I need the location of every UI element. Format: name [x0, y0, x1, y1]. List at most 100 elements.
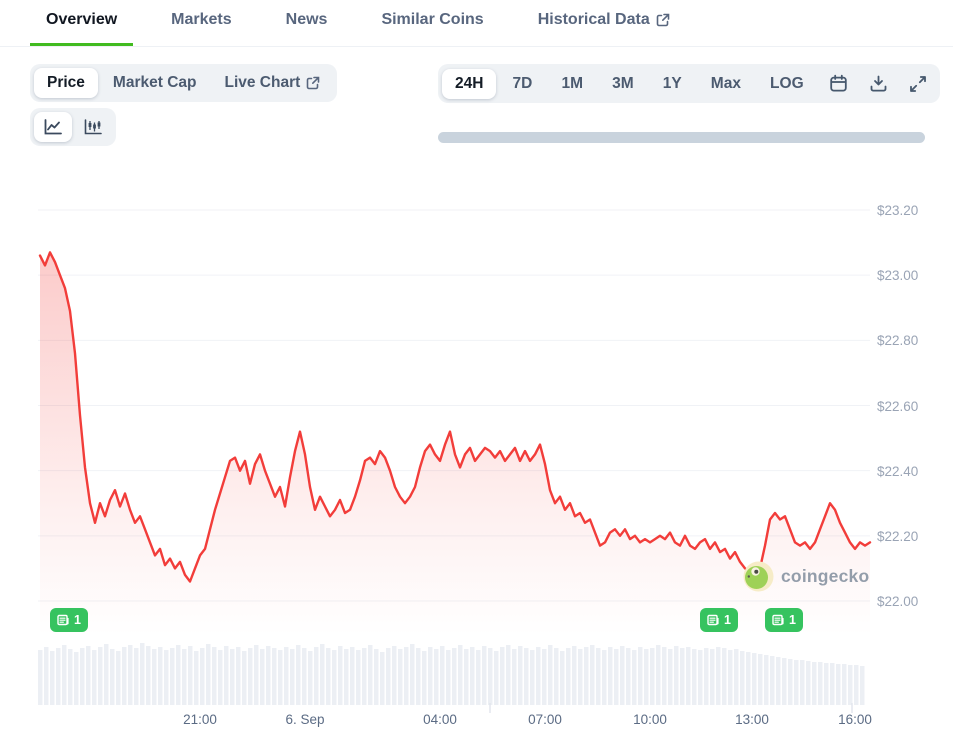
- coingecko-watermark: coingecko: [742, 560, 869, 593]
- volume-bar: [260, 649, 265, 705]
- x-axis-label: 21:00: [165, 712, 235, 727]
- volume-bar: [410, 644, 415, 705]
- volume-bar: [248, 648, 253, 705]
- volume-bar: [338, 646, 343, 705]
- volume-bar: [170, 648, 175, 705]
- volume-bar: [662, 647, 667, 705]
- coingecko-logo-icon: [742, 560, 775, 593]
- price-button[interactable]: Price: [34, 68, 98, 98]
- volume-bar: [608, 647, 613, 705]
- volume-bar: [218, 650, 223, 705]
- candlestick-chart-toggle-button[interactable]: [74, 112, 112, 142]
- volume-bar: [770, 656, 775, 705]
- volume-bar: [440, 646, 445, 705]
- volume-bar: [602, 650, 607, 705]
- volume-bar: [818, 662, 823, 705]
- news-annotation-badge[interactable]: 1: [765, 608, 803, 632]
- expand-button[interactable]: [900, 69, 936, 99]
- log-button[interactable]: LOG: [757, 69, 817, 99]
- tab-label: Similar Coins: [381, 11, 483, 29]
- y-axis-label: $22.60: [877, 399, 947, 414]
- tab-label: Overview: [46, 11, 117, 29]
- volume-bar: [158, 647, 163, 705]
- volume-bar: [116, 651, 121, 705]
- volume-bar: [416, 648, 421, 705]
- volume-bar: [320, 644, 325, 705]
- live-chart-button[interactable]: Live Chart: [211, 68, 333, 98]
- volume-bar: [386, 648, 391, 705]
- volume-bar: [482, 646, 487, 705]
- volume-bar: [506, 645, 511, 705]
- volume-bar: [518, 646, 523, 705]
- volume-bar: [44, 647, 49, 705]
- volume-bar: [734, 649, 739, 705]
- volume-bar: [842, 664, 847, 705]
- volume-bar: [398, 649, 403, 705]
- volume-bar: [776, 657, 781, 705]
- volume-bar: [524, 648, 529, 705]
- volume-bar: [344, 649, 349, 705]
- volume-bar: [698, 650, 703, 705]
- chart-brush-scrollbar[interactable]: [438, 132, 925, 143]
- volume-bar: [476, 650, 481, 705]
- 1y-button[interactable]: 1Y: [650, 69, 695, 99]
- volume-bar: [590, 645, 595, 705]
- volume-bar: [578, 649, 583, 705]
- tab-similar-coins[interactable]: Similar Coins: [365, 11, 499, 46]
- volume-bar: [446, 650, 451, 705]
- volume-bar: [674, 646, 679, 705]
- news-annotation-badge[interactable]: 1: [50, 608, 88, 632]
- tab-historical-data[interactable]: Historical Data: [522, 11, 686, 46]
- 3m-button[interactable]: 3M: [599, 69, 647, 99]
- y-axis-label: $22.40: [877, 464, 947, 479]
- volume-bar: [242, 651, 247, 705]
- news-annotation-badge[interactable]: 1: [700, 608, 738, 632]
- calendar-button[interactable]: [820, 68, 857, 99]
- candlestick-chart-icon: [83, 118, 103, 136]
- volume-bar: [146, 646, 151, 705]
- chart-type-toggle-group: [30, 108, 116, 146]
- tab-overview[interactable]: Overview: [30, 11, 133, 46]
- volume-bar: [422, 651, 427, 705]
- volume-bar: [620, 646, 625, 705]
- download-button[interactable]: [860, 68, 897, 99]
- watermark-text: coingecko: [781, 566, 869, 587]
- market-cap-button[interactable]: Market Cap: [100, 68, 210, 98]
- volume-bar: [794, 660, 799, 705]
- volume-bar: [626, 648, 631, 705]
- volume-bar: [500, 647, 505, 705]
- volume-bar: [200, 648, 205, 705]
- tab-news[interactable]: News: [270, 11, 344, 46]
- x-axis-label: 16:00: [820, 712, 890, 727]
- download-icon: [869, 74, 888, 93]
- tab-label: News: [286, 11, 328, 29]
- tab-markets[interactable]: Markets: [155, 11, 247, 46]
- volume-bar: [272, 648, 277, 705]
- news-icon: [772, 614, 785, 626]
- external-link-icon: [306, 76, 320, 90]
- volume-bar: [110, 649, 115, 705]
- range-toggle-group: 24H7D 1M 3M1YMaxLOG: [438, 64, 940, 103]
- price-line-chart[interactable]: [0, 150, 953, 738]
- 1m-button[interactable]: 1M: [548, 69, 596, 99]
- volume-bar: [128, 645, 133, 705]
- 24h-button[interactable]: 24H: [442, 69, 496, 99]
- button-label: 1M: [561, 75, 583, 93]
- volume-bar: [362, 648, 367, 705]
- 7d-button[interactable]: 7D: [500, 69, 546, 99]
- volume-bar: [566, 648, 571, 705]
- volume-bar: [806, 661, 811, 705]
- volume-bar: [488, 648, 493, 705]
- max-button[interactable]: Max: [698, 69, 754, 99]
- volume-bar: [206, 644, 211, 705]
- volume-bar: [638, 647, 643, 705]
- volume-bar: [728, 650, 733, 705]
- volume-bar: [266, 646, 271, 705]
- volume-bar: [62, 645, 67, 705]
- volume-bar: [464, 649, 469, 705]
- volume-bar: [332, 650, 337, 705]
- line-chart-toggle-button[interactable]: [34, 112, 72, 142]
- volume-bar: [512, 649, 517, 705]
- volume-bar: [38, 650, 43, 705]
- volume-bar: [710, 649, 715, 705]
